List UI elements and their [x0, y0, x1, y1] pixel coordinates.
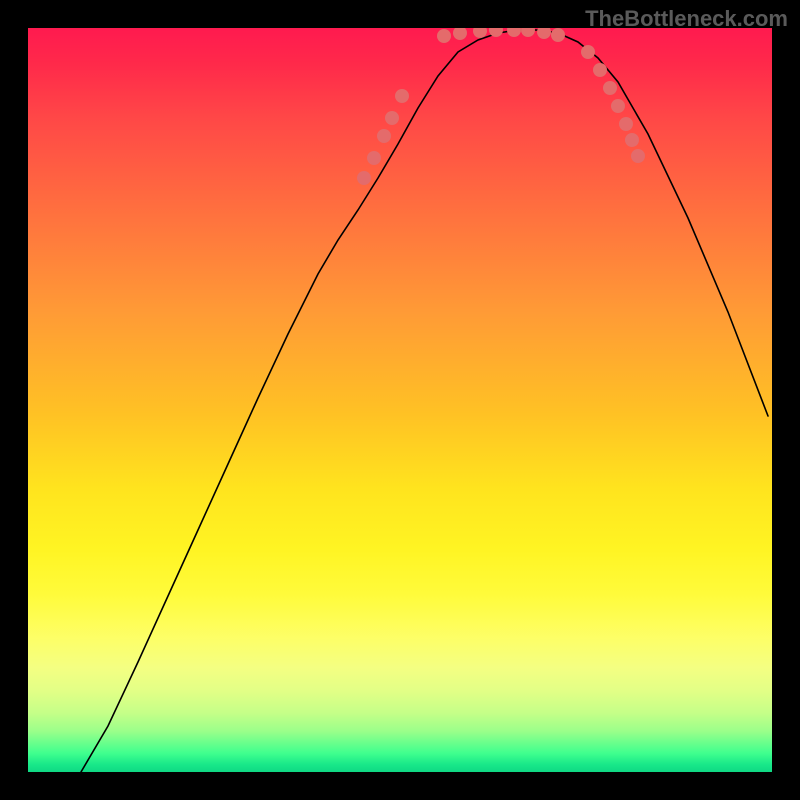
highlight-dot [537, 28, 551, 39]
highlight-dot [521, 28, 535, 37]
highlight-dot [473, 28, 487, 38]
highlight-dot [603, 81, 617, 95]
highlight-dot [625, 133, 639, 147]
chart-curve-line [81, 30, 768, 772]
highlight-dot [581, 45, 595, 59]
highlight-dot [437, 29, 451, 43]
chart-highlight-dots [357, 28, 645, 185]
highlight-dot [551, 28, 565, 42]
highlight-dot [395, 89, 409, 103]
highlight-dot [611, 99, 625, 113]
highlight-dot [593, 63, 607, 77]
highlight-dot [385, 111, 399, 125]
highlight-dot [357, 171, 371, 185]
highlight-dot [507, 28, 521, 37]
chart-plot-area [28, 28, 772, 772]
highlight-dot [619, 117, 633, 131]
highlight-dot [367, 151, 381, 165]
chart-svg [28, 28, 772, 772]
highlight-dot [377, 129, 391, 143]
highlight-dot [453, 28, 467, 40]
watermark-text: TheBottleneck.com [585, 6, 788, 32]
highlight-dot [631, 149, 645, 163]
